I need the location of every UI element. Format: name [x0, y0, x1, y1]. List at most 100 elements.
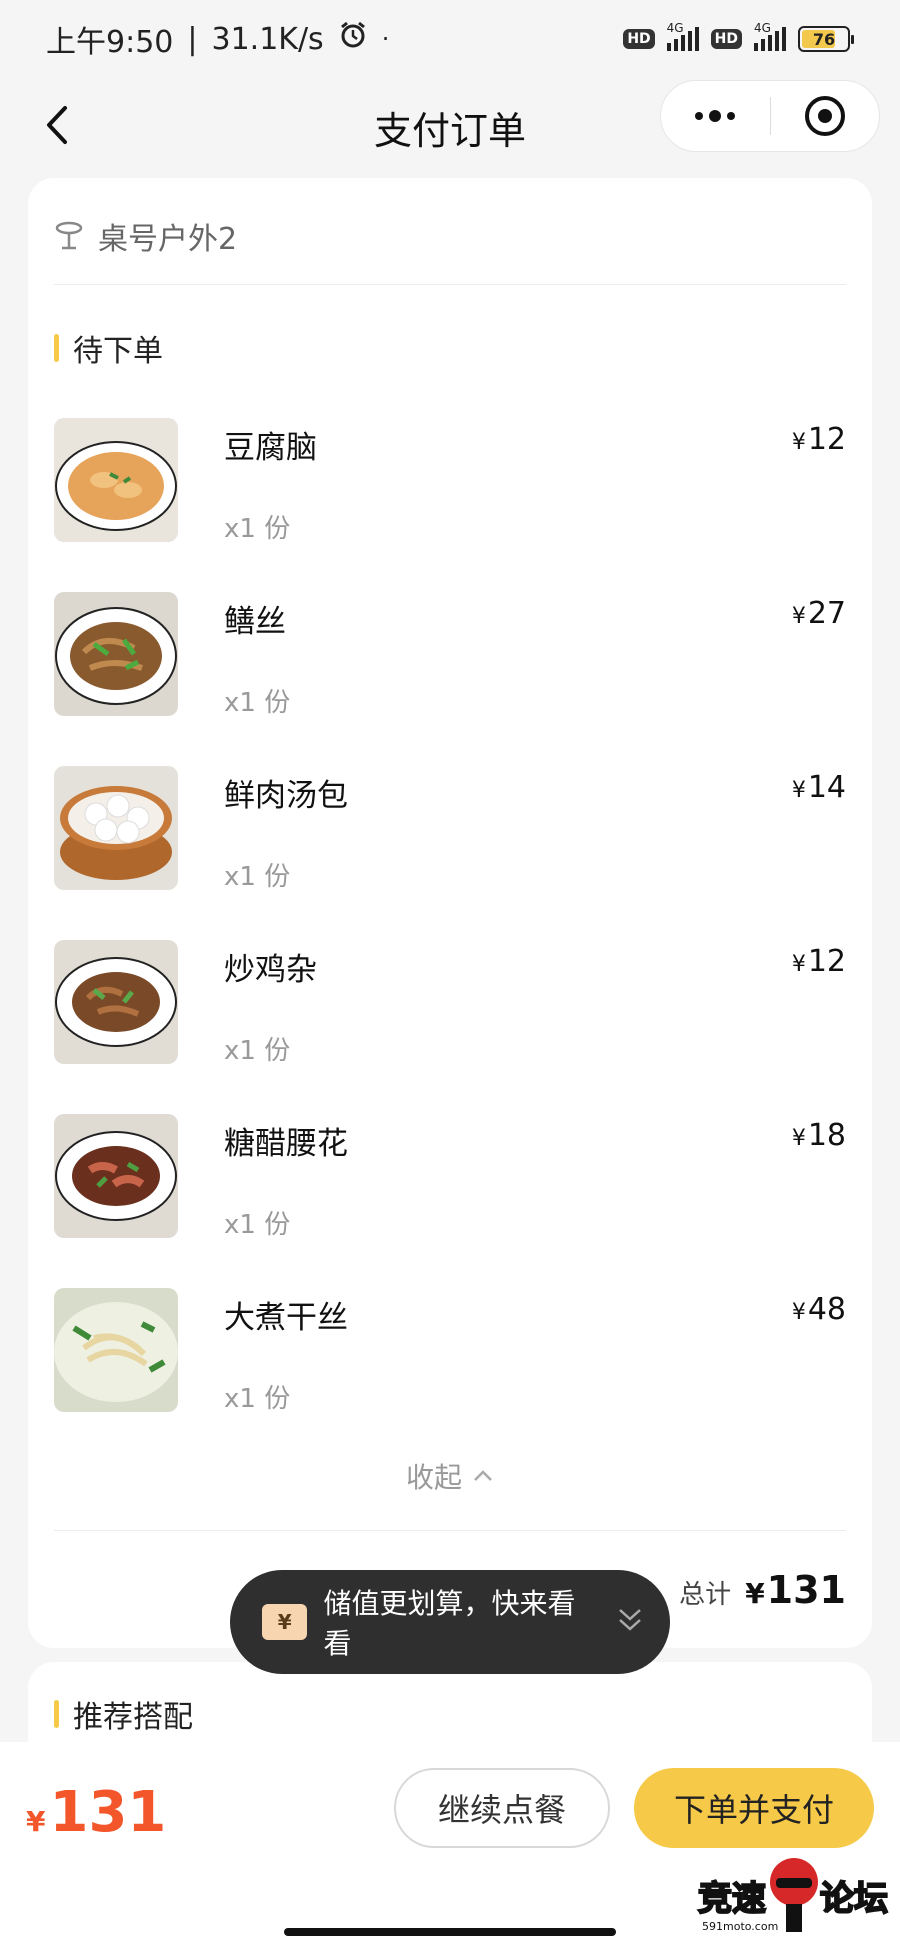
currency-symbol: ¥ [791, 430, 806, 455]
back-button[interactable] [32, 100, 82, 150]
status-time: 上午9:50 [46, 25, 174, 60]
status-bar: 上午9:50 | 31.1K/s · HD 4G HD 4G 76 [0, 0, 900, 78]
dish-quantity: x1 份 [224, 1036, 291, 1066]
dish-image [54, 940, 178, 1064]
battery-icon: 76 [798, 26, 854, 52]
continue-ordering-button[interactable]: 继续点餐 [394, 1768, 610, 1848]
total-label: 总计 [679, 1580, 732, 1610]
table-number: 桌号户外2 [54, 208, 237, 264]
status-speed: 31.1K/s [211, 21, 324, 57]
dish-name: 豆腐脑 [224, 430, 317, 466]
bottom-total-price: ¥ 131 [26, 1780, 166, 1845]
dish-price: ¥18 [792, 1118, 846, 1153]
hd-badge: HD [710, 29, 742, 49]
dish-name: 炒鸡杂 [224, 952, 317, 988]
total-amount: 131 [766, 1568, 846, 1612]
dish-price-value: 14 [807, 770, 846, 805]
currency-symbol: ¥ [791, 1300, 806, 1325]
dish-image [54, 1114, 178, 1238]
section-pending: 待下单 [54, 326, 163, 370]
home-indicator[interactable] [284, 1928, 616, 1936]
dish-quantity: x1 份 [224, 688, 291, 718]
list-item[interactable]: 炒鸡杂 x1 份 ¥12 [54, 940, 846, 1066]
order-card: 桌号户外2 待下单 豆腐脑 x1 份 ¥12 鳝丝 x1 份 ¥27 鲜肉汤包 … [28, 178, 872, 1648]
table-label: 桌号户外2 [98, 222, 238, 257]
status-dot: · [381, 25, 390, 53]
dish-price-value: 48 [807, 1292, 846, 1327]
dish-quantity: x1 份 [224, 1210, 291, 1240]
chevron-left-icon [47, 106, 67, 144]
status-separator: | [187, 21, 198, 57]
order-total: 总计 ¥131 [679, 1568, 846, 1612]
dish-price-value: 12 [807, 422, 846, 457]
section-title: 待下单 [73, 334, 163, 369]
dish-price: ¥27 [792, 596, 846, 631]
hd-badge: HD [623, 29, 655, 49]
bottom-price-value: 131 [49, 1780, 167, 1845]
dish-name: 大煮干丝 [224, 1300, 348, 1336]
dish-price-value: 18 [807, 1118, 846, 1153]
svg-text:竞速: 竞速 [698, 1879, 766, 1919]
chevron-up-icon [474, 1470, 492, 1481]
dish-price: ¥48 [792, 1292, 846, 1327]
nav-bar: 支付订单 [0, 78, 900, 176]
dish-image [54, 418, 178, 542]
currency-symbol: ¥ [745, 1577, 765, 1610]
dish-name: 糖醋腰花 [224, 1126, 348, 1162]
table-icon [55, 221, 83, 250]
divider [54, 284, 846, 285]
dish-price: ¥14 [792, 770, 846, 805]
network-type-label: 4G [754, 21, 771, 35]
battery-level: 76 [812, 29, 836, 49]
dish-price: ¥12 [792, 944, 846, 979]
more-button[interactable] [661, 81, 770, 151]
dish-price: ¥12 [792, 422, 846, 457]
list-item[interactable]: 豆腐脑 x1 份 ¥12 [54, 418, 846, 544]
dish-price-value: 12 [807, 944, 846, 979]
double-chevron-down-icon [616, 1607, 644, 1638]
currency-symbol: ¥ [791, 778, 806, 803]
dish-name: 鲜肉汤包 [224, 778, 348, 814]
page-title: 支付订单 [373, 108, 526, 153]
currency-symbol: ¥ [791, 952, 806, 977]
alarm-icon [338, 20, 368, 58]
dish-name: 鳝丝 [224, 604, 286, 640]
section-accent-bar [54, 334, 59, 362]
divider [54, 1530, 846, 1531]
target-icon [804, 96, 845, 136]
list-item[interactable]: 鳝丝 x1 份 ¥27 [54, 592, 846, 718]
network-type-label: 4G [666, 21, 684, 35]
place-order-and-pay-button[interactable]: 下单并支付 [634, 1768, 874, 1848]
signal-icon: 4G [666, 21, 699, 51]
watermark-logo: 竞速 论坛 591moto.com [694, 1838, 894, 1944]
dish-image [54, 1288, 178, 1412]
collapse-label: 收起 [405, 1461, 462, 1494]
section-recommend: 推荐搭配 [54, 1692, 193, 1736]
total-value: ¥131 [745, 1568, 846, 1612]
currency-symbol: ¥ [26, 1805, 46, 1838]
section-accent-bar [54, 1700, 59, 1728]
dish-image [54, 766, 178, 890]
currency-symbol: ¥ [791, 1126, 806, 1151]
collapse-button[interactable]: 收起 [28, 1456, 872, 1496]
list-item[interactable]: 大煮干丝 x1 份 ¥48 [54, 1288, 846, 1414]
toast-text: 储值更划算，快来看看 [323, 1587, 576, 1660]
close-miniprogram-button[interactable] [771, 81, 880, 151]
stored-value-toast[interactable]: ¥ 储值更划算，快来看看 [230, 1570, 670, 1674]
dish-quantity: x1 份 [224, 514, 291, 544]
status-left: 上午9:50 | 31.1K/s · [46, 17, 389, 61]
signal-icon: 4G [754, 21, 786, 51]
svg-text:591moto.com: 591moto.com [702, 1920, 778, 1933]
dish-quantity: x1 份 [224, 1384, 291, 1414]
list-item[interactable]: 鲜肉汤包 x1 份 ¥14 [54, 766, 846, 892]
list-item[interactable]: 糖醋腰花 x1 份 ¥18 [54, 1114, 846, 1240]
svg-text:论坛: 论坛 [820, 1879, 888, 1919]
currency-symbol: ¥ [791, 604, 806, 629]
dish-price-value: 27 [807, 596, 846, 631]
dish-quantity: x1 份 [224, 862, 291, 892]
miniprogram-capsule [660, 80, 880, 152]
section-title: 推荐搭配 [73, 1700, 193, 1735]
status-right: HD 4G HD 4G 76 [623, 21, 854, 52]
more-icon [695, 110, 736, 122]
wallet-icon: ¥ [262, 1604, 308, 1640]
